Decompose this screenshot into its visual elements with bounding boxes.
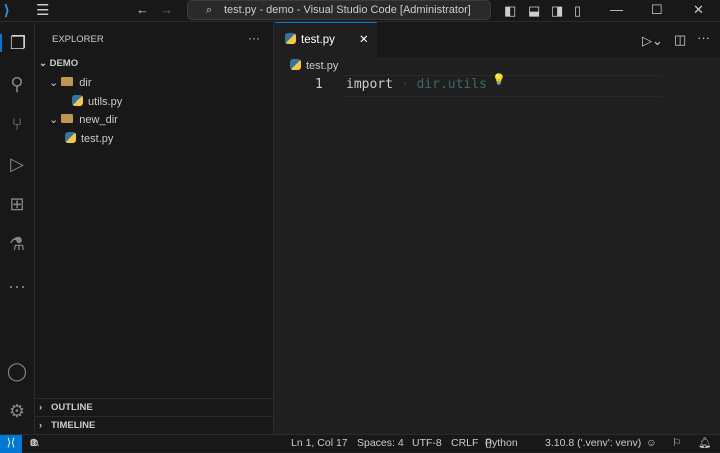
code-line[interactable]: import · dir.utils [346, 77, 487, 92]
back-arrow-icon[interactable]: ← [136, 3, 149, 16]
editor-area[interactable]: test.py 1 import · dir.utils 💡 [275, 57, 720, 434]
tree-file-test[interactable]: test.py [35, 130, 273, 148]
run-debug-icon[interactable]: ▷ [0, 155, 34, 173]
language-label: Python [485, 437, 518, 449]
workspace-root[interactable]: ⌄ DEMO [35, 55, 273, 73]
remote-indicator-icon[interactable]: ⟩⟨ [0, 435, 22, 453]
outline-panel-header[interactable]: › OUTLINE [35, 398, 273, 416]
explorer-sidebar: EXPLORER ··· ⌄ DEMO ⌄ dir utils.py ⌄ new… [35, 22, 274, 434]
toggle-secondary-sidebar-icon[interactable]: ◨ [551, 4, 563, 17]
breadcrumb[interactable]: test.py [290, 59, 338, 72]
end-of-line[interactable]: CRLF [451, 435, 478, 452]
python-file-icon [65, 132, 76, 143]
account-icon[interactable]: ◯ [0, 362, 34, 380]
python-file-icon [72, 95, 83, 106]
search-icon[interactable]: ⚲ [0, 75, 34, 93]
timeline-panel-header[interactable]: › TIMELINE [35, 416, 273, 434]
folder-icon [61, 77, 74, 86]
chevron-down-icon: ⌄ [49, 114, 62, 126]
chevron-down-icon: ⌄ [49, 77, 62, 89]
toggle-primary-sidebar-icon[interactable]: ◧ [504, 4, 516, 17]
search-icon: ⌕ [206, 4, 213, 16]
code-module: dir.utils [416, 77, 487, 92]
python-file-icon [285, 33, 296, 44]
status-bar: ⟩⟨ ⊗ 0 ⚠ 0 Ln 1, Col 17 Spaces: 4 UTF-8 CR… [0, 434, 720, 453]
editor-tabs: test.py ✕ ▷⌄ ◫ ··· [275, 22, 720, 57]
more-icon[interactable]: ··· [0, 277, 34, 295]
chevron-right-icon: › [39, 402, 43, 413]
line-number: 1 [315, 77, 323, 92]
tab-label: test.py [301, 34, 335, 46]
extensions-icon[interactable]: ⊞ [0, 195, 34, 213]
panel-label: TIMELINE [51, 420, 96, 431]
toggle-panel-icon[interactable]: ⬓ [528, 4, 540, 17]
indentation[interactable]: Spaces: 4 [357, 435, 404, 452]
breadcrumb-file: test.py [306, 60, 339, 72]
forward-arrow-icon[interactable]: → [160, 3, 173, 16]
close-tab-icon[interactable]: ✕ [359, 23, 369, 57]
lightbulb-icon[interactable]: 💡 [492, 73, 506, 86]
source-control-icon[interactable]: ⑂ [0, 115, 34, 133]
split-editor-icon[interactable]: ◫ [674, 33, 686, 46]
feedback-icon[interactable]: ⚐ [672, 435, 681, 452]
python-interpreter[interactable]: 3.10.8 ('.venv': venv) [545, 435, 641, 452]
panel-label: OUTLINE [51, 402, 93, 413]
python-file-icon [290, 59, 301, 70]
run-python-file-icon[interactable]: ▷⌄ [642, 34, 663, 47]
more-actions-icon[interactable]: ··· [248, 31, 260, 45]
tree-label: new_dir [79, 114, 118, 126]
tree-file-utils[interactable]: utils.py [35, 93, 273, 111]
customize-layout-icon[interactable]: ▯ [574, 4, 581, 17]
close-window-icon[interactable]: ✕ [693, 3, 704, 16]
copilot-icon[interactable]: ☺ [646, 435, 657, 452]
tab-test-py[interactable]: test.py ✕ [275, 22, 377, 57]
folder-icon [61, 114, 74, 123]
tree-label: test.py [81, 133, 114, 145]
warning-count: 0 [30, 437, 36, 449]
settings-gear-icon[interactable]: ⚙ [0, 402, 34, 420]
more-actions-icon[interactable]: ··· [697, 31, 710, 44]
maximize-icon[interactable]: ☐ [651, 3, 663, 16]
tree-label: utils.py [88, 96, 123, 108]
activity-bar: ❐ ⚲ ⑂ ▷ ⊞ ⚗ ··· ◯ ⚙ [0, 22, 35, 434]
encoding[interactable]: UTF-8 [412, 435, 442, 452]
chevron-right-icon: › [39, 420, 43, 431]
cursor-position[interactable]: Ln 1, Col 17 [291, 435, 348, 452]
root-label: DEMO [49, 58, 79, 69]
title-bar: ⟩ ☰ ← → ⌕ test.py - demo - Visual Studio… [0, 0, 720, 22]
explorer-icon[interactable]: ❐ [0, 34, 34, 52]
tree-folder-new-dir[interactable]: ⌄ new_dir [35, 111, 273, 129]
minimize-icon[interactable]: — [610, 3, 623, 16]
tree-folder-dir[interactable]: ⌄ dir [35, 74, 273, 92]
code-keyword: import [346, 77, 393, 92]
window-title: test.py - demo - Visual Studio Code [Adm… [224, 4, 471, 16]
vscode-logo-icon: ⟩ [4, 2, 10, 18]
menu-icon[interactable]: ☰ [36, 3, 49, 18]
notifications-bell-icon[interactable]: 🔔︎ [698, 435, 711, 452]
testing-icon[interactable]: ⚗ [0, 235, 34, 253]
command-center-search[interactable]: ⌕ test.py - demo - Visual Studio Code [A… [187, 0, 491, 20]
tree-label: dir [79, 77, 92, 89]
chevron-down-icon: ⌄ [39, 58, 50, 69]
sidebar-title: EXPLORER [52, 34, 104, 45]
